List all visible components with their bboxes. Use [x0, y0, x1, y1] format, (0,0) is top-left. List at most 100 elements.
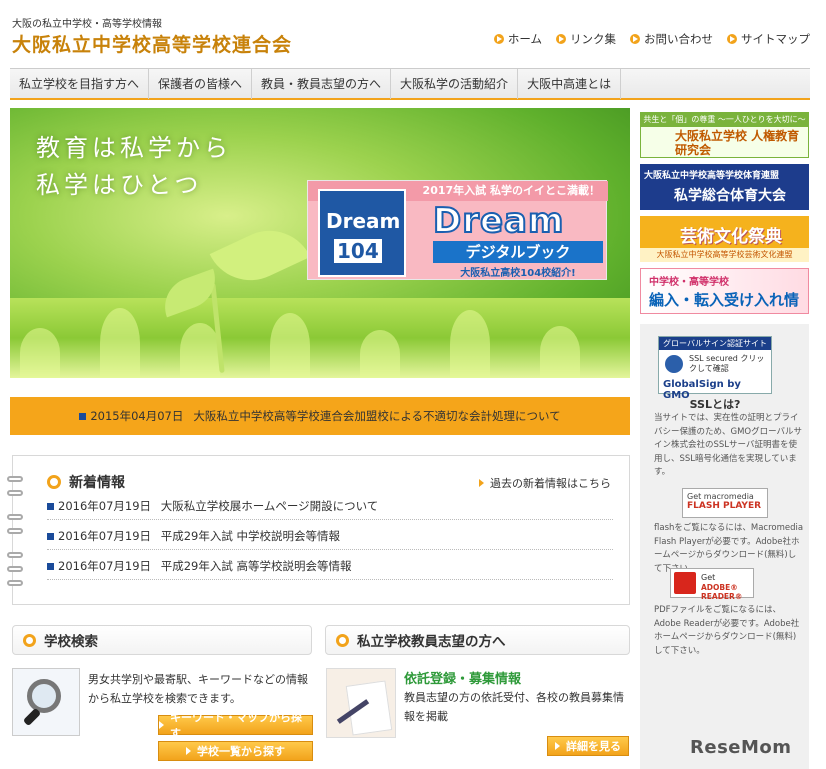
- arts-banner-title: 芸術文化祭典: [680, 227, 782, 247]
- school-list-search-label: 学校一覧から探す: [197, 745, 285, 758]
- lock-icon: [665, 355, 683, 373]
- nav-item-parents[interactable]: 保護者の皆様へ: [149, 69, 253, 99]
- binder-ring-icon: [7, 552, 23, 558]
- triangle-arrow-icon: [555, 742, 560, 750]
- news-item[interactable]: 2016年07月19日 平成29年入試 高等学校説明会等情報: [47, 556, 613, 580]
- circle-bullet-icon: [47, 475, 61, 489]
- transfer-info-banner[interactable]: 中学校・高等学校 編入・転入受け入れ情報: [640, 268, 809, 314]
- arts-festival-banner[interactable]: 芸術文化祭典 大阪私立中学校高等学校芸術文化連盟: [640, 216, 809, 262]
- triangle-arrow-icon: [479, 479, 484, 487]
- site-subtitle: 大阪の私立中学校・高等学校情報: [12, 19, 162, 30]
- triangle-arrow-icon: [186, 747, 191, 755]
- main-nav: 私立学校を目指す方へ 保護者の皆様へ 教員・教員志望の方へ 大阪私学の活動紹介 …: [10, 68, 810, 100]
- binder-ring-icon: [7, 476, 23, 482]
- notice-text: 大阪私立中学校高等学校連合会加盟校による不適切な会計処理について: [193, 409, 561, 423]
- dream-digital-book-banner[interactable]: 2017年入試 私学のイイとこ満載！ Dream 104 Dream デジタルブ…: [307, 180, 608, 280]
- dream-caption: 大阪私立高校104校紹介!: [460, 268, 576, 279]
- binder-ring-icon: [7, 490, 23, 496]
- grass-blade: [180, 323, 220, 378]
- writing-hand-image: [326, 668, 396, 738]
- flash-player-badge[interactable]: Get macromedia FLASH PLAYER: [682, 488, 768, 518]
- news-title: 新着情報: [69, 475, 125, 491]
- adobe-badge-top: Get: [701, 573, 716, 582]
- news-text: 大阪私立学校展ホームページ開設について: [160, 499, 379, 513]
- human-rights-banner[interactable]: 共生と「個」の尊重 ～一人ひとりを大切に～ 大阪私立学校 人権教育研究会: [640, 112, 809, 158]
- contact-link-label: お問い合わせ: [644, 32, 713, 46]
- adobe-reader-badge[interactable]: Get ADOBE® READER®: [670, 568, 754, 601]
- triangle-arrow-icon: [159, 721, 164, 729]
- news-date: 2016年07月19日: [58, 499, 152, 513]
- arrow-icon: [727, 34, 737, 44]
- school-search-heading: 学校検索: [12, 625, 312, 655]
- notice-bar[interactable]: 2015年04月07日 大阪私立中学校高等学校連合会加盟校による不適切な会計処理…: [10, 397, 630, 435]
- links-link-label: リンク集: [570, 32, 616, 46]
- transfer-banner-top: 中学校・高等学校: [649, 277, 729, 288]
- grass-blade: [20, 328, 60, 378]
- teacher-subheading[interactable]: 依託登録・募集情報: [404, 668, 521, 687]
- sports-banner-top: 大阪私立中学校高等学校体育連盟: [644, 171, 780, 181]
- grass-blade: [270, 313, 310, 378]
- teacher-title: 私立学校教員志望の方へ: [357, 634, 506, 650]
- links-link[interactable]: リンク集: [556, 31, 616, 47]
- arrow-icon: [556, 34, 566, 44]
- ssl-description: 当サイトでは、実在性の証明とプライバシー保護のため、GMOグローバルサイン株式会…: [654, 413, 803, 477]
- watermark-logo: ReseMom: [690, 737, 792, 758]
- grass-blade: [360, 330, 400, 378]
- keyword-map-search-button[interactable]: キーワード・マップから探す: [158, 711, 313, 740]
- news-item[interactable]: 2016年07月19日 平成29年入試 中学校説明会等情報: [47, 526, 613, 550]
- arrow-icon: [630, 34, 640, 44]
- top-links: ホーム リンク集 お問い合わせ サイトマップ: [493, 31, 810, 47]
- news-text: 平成29年入試 中学校説明会等情報: [160, 529, 340, 543]
- hero-slogan-1: 教育は私学から: [36, 134, 232, 162]
- home-link-label: ホーム: [507, 32, 542, 46]
- magnifier-lens: [27, 679, 61, 713]
- grass-blade: [450, 310, 490, 378]
- sports-banner-title: 私学総合体育大会: [674, 188, 786, 204]
- teacher-description: 教員志望の方の依託受付、各校の教員募集情報を掲載: [404, 691, 624, 723]
- school-search-title: 学校検索: [44, 634, 98, 650]
- binder-ring-icon: [7, 528, 23, 534]
- human-rights-banner-top: 共生と「個」の尊重 ～一人ひとりを大切に～: [641, 113, 808, 127]
- news-text: 平成29年入試 高等学校説明会等情報: [160, 559, 352, 573]
- news-date: 2016年07月19日: [58, 529, 152, 543]
- nav-item-prospective[interactable]: 私立学校を目指す方へ: [10, 69, 150, 99]
- binder-ring-icon: [7, 566, 23, 572]
- site-title[interactable]: 大阪私立中学校高等学校連合会: [12, 30, 292, 57]
- dream-book-number: 104: [334, 239, 382, 263]
- notice-date: 2015年04月07日: [90, 409, 184, 423]
- sitemap-link[interactable]: サイトマップ: [727, 31, 810, 47]
- human-rights-banner-title: 大阪私立学校 人権教育研究会: [675, 129, 800, 157]
- news-panel: 新着情報 過去の新着情報はこちら 2016年07月19日 大阪私立学校展ホームペ…: [7, 455, 630, 605]
- hero-grass: [10, 298, 630, 378]
- nav-item-activities[interactable]: 大阪私学の活動紹介: [391, 69, 519, 99]
- adobe-reader-icon: [674, 572, 696, 594]
- home-link[interactable]: ホーム: [493, 31, 542, 47]
- news-item[interactable]: 2016年07月19日 大阪私立学校展ホームページ開設について: [47, 496, 613, 520]
- grass-blade: [540, 326, 580, 378]
- transfer-banner-title: 編入・転入受け入れ情報: [649, 291, 800, 313]
- pdf-description: PDFファイルをご覧になるには、Adobe Readerが必要です。Adobe社…: [654, 605, 800, 656]
- site-header: 大阪の私立中学校・高等学校情報 大阪私立中学校高等学校連合会 ホーム リンク集 …: [10, 8, 810, 68]
- nav-item-teachers[interactable]: 教員・教員志望の方へ: [252, 69, 392, 99]
- binder-ring-icon: [7, 580, 23, 586]
- news-archive-link[interactable]: 過去の新着情報はこちら: [479, 475, 611, 491]
- school-list-search-button[interactable]: 学校一覧から探す: [158, 741, 313, 761]
- hero-image: 教育は私学から 私学はひとつ 2017年入試 私学のイイとこ満載！ Dream …: [10, 108, 630, 378]
- detail-button-label: 詳細を見る: [566, 740, 621, 753]
- adobe-badge-title: ADOBE® READER®: [701, 583, 743, 601]
- dream-logo: Dream: [432, 200, 565, 242]
- contact-link[interactable]: お問い合わせ: [630, 31, 713, 47]
- square-bullet-icon: [47, 533, 54, 540]
- magnifier-handle: [22, 707, 42, 727]
- hero-slogan-2: 私学はひとつ: [36, 171, 203, 199]
- square-bullet-icon: [47, 503, 54, 510]
- square-bullet-icon: [79, 412, 87, 420]
- sports-festival-banner[interactable]: 大阪私立中学校高等学校体育連盟 私学総合体育大会: [640, 164, 809, 210]
- nav-item-about[interactable]: 大阪中高連とは: [518, 69, 622, 99]
- detail-button[interactable]: 詳細を見る: [547, 736, 629, 756]
- news-date: 2016年07月19日: [58, 559, 152, 573]
- ssl-seal-badge[interactable]: グローバルサイン認証サイト SSL secured クリックして確認 Globa…: [658, 336, 772, 401]
- square-bullet-icon: [47, 563, 54, 570]
- ssl-about-link[interactable]: SSLとは?: [640, 396, 790, 412]
- sprout-leaf: [209, 216, 311, 295]
